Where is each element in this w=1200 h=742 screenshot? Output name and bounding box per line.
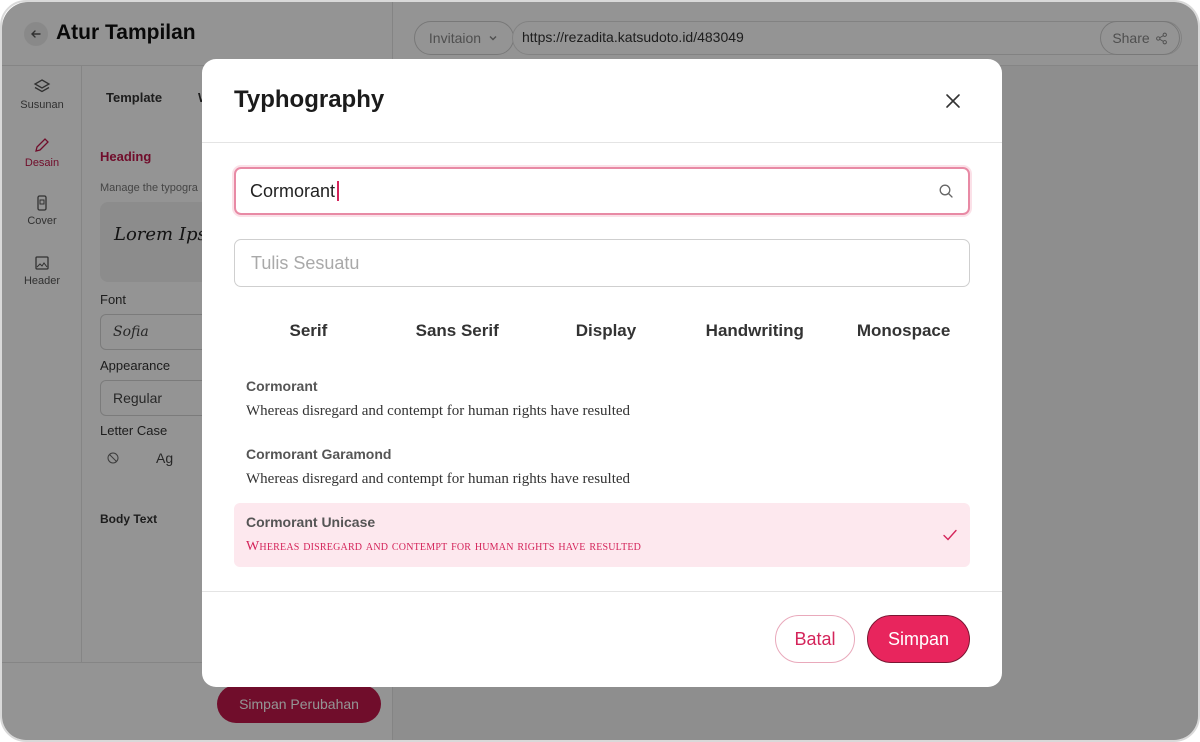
- font-option-sample: Whereas disregard and contempt for human…: [246, 403, 631, 419]
- font-option-sample: Whereas disregard and contempt for human…: [246, 471, 631, 487]
- tab-monospace[interactable]: Monospace: [829, 321, 978, 341]
- cancel-button[interactable]: Batal: [775, 615, 855, 663]
- font-option-sample: Whereas disregard and contempt for human…: [246, 539, 642, 554]
- font-option-cormorant-garamond[interactable]: Cormorant Garamond Whereas disregard and…: [234, 435, 970, 499]
- modal-title: Typhography: [234, 86, 385, 113]
- app-window: Atur Tampilan Invitaion https://rezadita…: [0, 0, 1200, 742]
- font-option-name: Cormorant: [246, 378, 318, 394]
- sample-text-placeholder: Tulis Sesuatu: [251, 252, 360, 273]
- font-option-name: Cormorant Garamond: [246, 446, 392, 462]
- text-caret: [337, 181, 339, 201]
- modal-header-divider: [202, 142, 1002, 143]
- close-button[interactable]: [942, 90, 964, 112]
- tab-serif[interactable]: Serif: [234, 321, 383, 341]
- search-icon[interactable]: [938, 183, 954, 199]
- tab-display[interactable]: Display: [532, 321, 681, 341]
- sample-text-input[interactable]: Tulis Sesuatu: [234, 239, 970, 287]
- tab-handwriting[interactable]: Handwriting: [680, 321, 829, 341]
- close-icon: [946, 94, 960, 108]
- save-button[interactable]: Simpan: [867, 615, 970, 663]
- tab-sans-serif[interactable]: Sans Serif: [383, 321, 532, 341]
- font-search-input[interactable]: Cormorant: [234, 167, 970, 215]
- font-option-cormorant-unicase[interactable]: Cormorant Unicase Whereas disregard and …: [234, 503, 970, 567]
- font-option-name: Cormorant Unicase: [246, 514, 376, 530]
- check-icon: [943, 529, 957, 541]
- font-search-value: Cormorant: [250, 180, 336, 201]
- font-option-cormorant[interactable]: Cormorant Whereas disregard and contempt…: [234, 367, 970, 431]
- font-category-tabs: Serif Sans Serif Display Handwriting Mon…: [234, 321, 978, 341]
- modal-footer-divider: [202, 591, 1002, 592]
- typography-modal: Typhography Cormorant Tulis Sesuatu Seri…: [202, 59, 1002, 687]
